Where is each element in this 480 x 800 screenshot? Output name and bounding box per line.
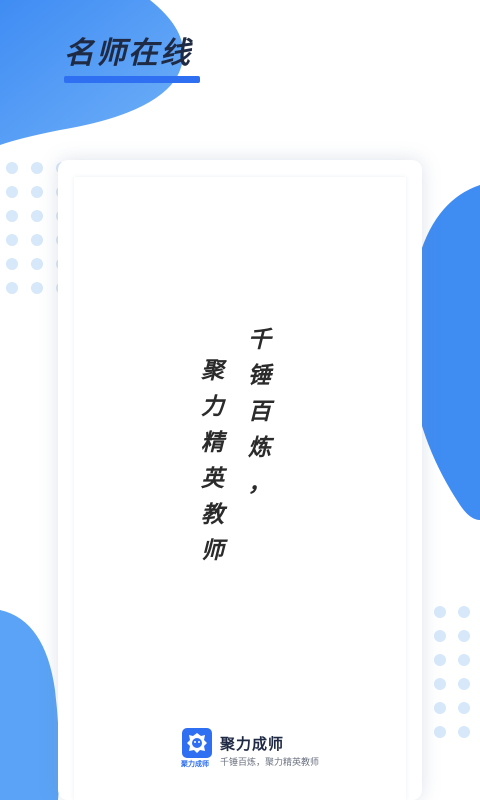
slogan-char: 锤	[248, 363, 271, 389]
slogan-char: 师	[201, 538, 224, 564]
slogan-char: 力	[201, 394, 224, 420]
brand-logo-group: 聚力成师	[182, 728, 284, 758]
brand-name: 聚力成师	[220, 734, 285, 753]
slogan-char: ，	[248, 471, 271, 497]
logo-caption: 聚力成师	[181, 760, 209, 768]
slogan-char: 百	[248, 399, 271, 425]
slogan-column-right: 千 锤 百 炼 ，	[248, 322, 271, 502]
slogan-char: 英	[201, 466, 224, 492]
slogan-char: 聚	[201, 358, 224, 384]
slogan-char: 千	[248, 327, 271, 353]
slogan-char: 精	[201, 430, 224, 456]
slogan-column-left: 聚 力 精 英 教 师	[201, 353, 224, 569]
title-underline	[64, 76, 200, 83]
page-title: 名师在线	[64, 36, 192, 71]
poster-paper	[74, 177, 406, 800]
slogan-char: 炼	[248, 435, 271, 461]
brand-slogan: 千锤百炼，聚力精英教师	[220, 758, 320, 768]
slogan-char: 教	[201, 502, 224, 528]
lion-logo-icon	[182, 728, 212, 758]
top-left-blob	[0, 0, 184, 145]
